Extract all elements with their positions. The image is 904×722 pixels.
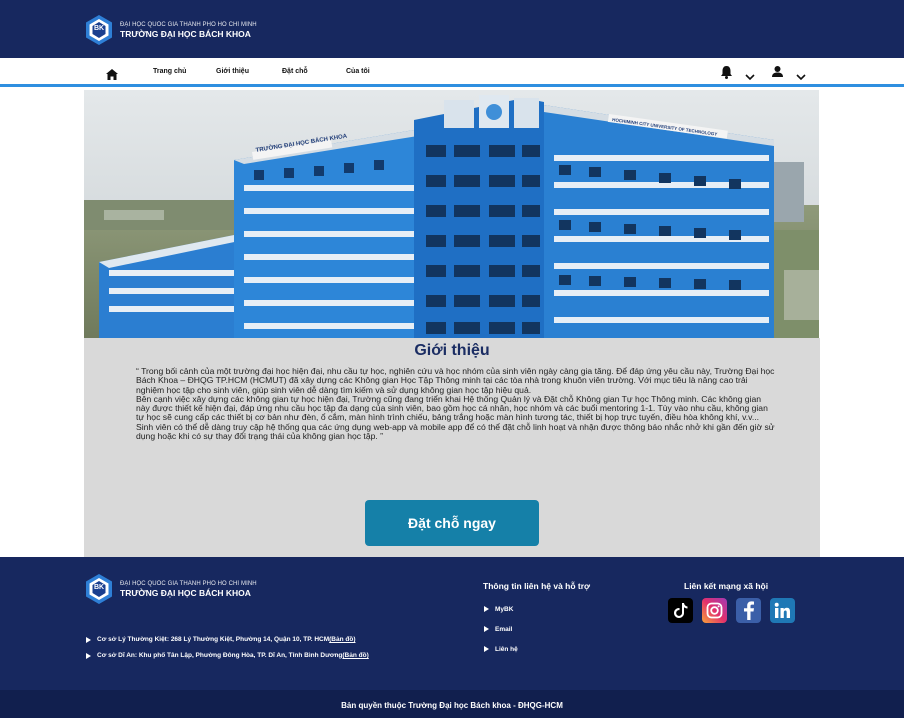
footer-logo-subtitle: ĐẠI HỌC QUỐC GIA THÀNH PHỐ HỒ CHÍ MINH xyxy=(120,580,257,587)
bk-logo-icon: BK xyxy=(84,14,114,46)
bullet-arrow-icon xyxy=(86,636,91,643)
link-contact[interactable]: Liên hệ xyxy=(484,639,518,659)
map-link[interactable]: (Bản đồ) xyxy=(342,652,368,659)
bullet-arrow-icon xyxy=(86,652,91,659)
link-mybk[interactable]: MyBK xyxy=(484,599,518,619)
top-header: BK ĐẠI HỌC QUỐC GIA THÀNH PHỐ HỒ CHÍ MIN… xyxy=(0,0,904,58)
bullet-arrow-icon xyxy=(484,646,489,652)
footer-logo[interactable]: BK ĐẠI HỌC QUỐC GIA THÀNH PHỐ HỒ CHÍ MIN… xyxy=(84,573,257,605)
footer-logo-title: TRƯỜNG ĐẠI HỌC BÁCH KHOA xyxy=(120,587,251,598)
social-links xyxy=(668,598,804,623)
chevron-down-icon[interactable] xyxy=(745,68,755,86)
intro-paragraph: “ Trong bối cảnh của một trường đại học … xyxy=(136,366,775,442)
map-link[interactable]: (Bản đồ) xyxy=(329,636,355,643)
bullet-arrow-icon xyxy=(484,606,489,612)
campus-hero-image: TRƯỜNG ĐẠI HỌC BÁCH KHOA HOCHIMINH CITY … xyxy=(84,90,819,338)
nav-item-home[interactable]: Trang chủ xyxy=(153,68,186,75)
address-ly-thuong-kiet: Cơ sở Lý Thường Kiệt: 268 Lý Thường Kiệt… xyxy=(86,636,356,643)
nav-item-about[interactable]: Giới thiệu xyxy=(216,68,249,75)
logo-title: TRƯỜNG ĐẠI HỌC BÁCH KHOA xyxy=(120,28,251,39)
copyright-bar: Bản quyền thuộc Trường Đại học Bách khoa… xyxy=(0,690,904,718)
logo-mark-text: BK xyxy=(93,25,105,32)
link-label: MyBK xyxy=(495,605,514,613)
bell-icon[interactable] xyxy=(720,65,733,84)
social-heading: Liên kết mạng xã hội xyxy=(684,581,769,591)
bk-logo-icon: BK xyxy=(84,573,114,605)
facebook-icon[interactable] xyxy=(736,598,761,623)
logo-mark-text: BK xyxy=(93,584,105,591)
main-nav: Trang chủ Giới thiệu Đặt chỗ Của tôi xyxy=(0,58,904,87)
linkedin-icon[interactable] xyxy=(770,598,795,623)
footer: BK ĐẠI HỌC QUỐC GIA THÀNH PHỐ HỒ CHÍ MIN… xyxy=(0,557,904,690)
address-text: Cơ sở Dĩ An: Khu phố Tân Lập, Phường Đôn… xyxy=(97,652,343,659)
book-now-button[interactable]: Đặt chỗ ngay xyxy=(365,500,539,546)
link-email[interactable]: Email xyxy=(484,619,518,639)
bullet-arrow-icon xyxy=(484,626,489,632)
link-label: Email xyxy=(495,625,513,633)
nav-item-mine[interactable]: Của tôi xyxy=(346,68,370,75)
nav-item-booking[interactable]: Đặt chỗ xyxy=(282,68,308,75)
address-text: Cơ sở Lý Thường Kiệt: 268 Lý Thường Kiệt… xyxy=(97,636,330,643)
user-icon[interactable] xyxy=(771,65,784,84)
intro-title: Giới thiệu xyxy=(414,342,490,359)
tiktok-icon[interactable] xyxy=(668,598,693,623)
home-icon[interactable] xyxy=(106,67,118,85)
university-logo[interactable]: BK ĐẠI HỌC QUỐC GIA THÀNH PHỐ HỒ CHÍ MIN… xyxy=(84,14,257,46)
contact-links: MyBK Email Liên hệ xyxy=(484,599,518,659)
contact-heading: Thông tin liên hệ và hỗ trợ xyxy=(483,581,591,591)
chevron-down-icon[interactable] xyxy=(796,68,806,86)
link-label: Liên hệ xyxy=(495,645,518,653)
logo-subtitle: ĐẠI HỌC QUỐC GIA THÀNH PHỐ HỒ CHÍ MINH xyxy=(120,21,257,28)
instagram-icon[interactable] xyxy=(702,598,727,623)
address-di-an: Cơ sở Dĩ An: Khu phố Tân Lập, Phường Đôn… xyxy=(86,652,369,659)
